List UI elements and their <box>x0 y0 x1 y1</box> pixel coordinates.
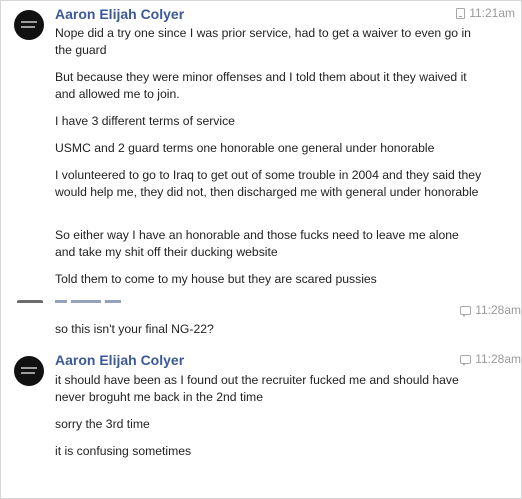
timestamp-text: 11:21am <box>469 6 515 20</box>
message-text: So either way I have an honorable and th… <box>55 228 459 259</box>
message-text: But because they were minor offenses and… <box>55 70 467 101</box>
avatar-image-line <box>21 21 37 23</box>
sender-avatar[interactable] <box>14 356 44 386</box>
message-text: USMC and 2 guard terms one honorable one… <box>55 141 435 155</box>
message-text: Told them to come to my house but they a… <box>55 272 377 286</box>
chat-icon <box>460 305 472 317</box>
sender-avatar[interactable] <box>14 10 44 40</box>
sender-name[interactable]: Aaron Elijah Colyer <box>55 352 184 368</box>
message-timestamp: 11:28am <box>460 352 521 366</box>
message-text: it is confusing sometimes <box>55 444 192 458</box>
chat-window: Aaron Elijah Colyer 11:21am Nope did a t… <box>0 0 522 499</box>
message-text: sorry the 3rd time <box>55 417 150 431</box>
sender-name[interactable]: Aaron Elijah Colyer <box>55 6 184 22</box>
sender-name[interactable] <box>55 298 125 303</box>
phone-icon <box>456 7 466 19</box>
sender-name-fragment <box>55 300 121 303</box>
timestamp-text: 11:28am <box>475 352 521 366</box>
avatar-image-line <box>21 26 35 28</box>
timestamp-text: 11:28am <box>475 303 521 317</box>
sender-avatar[interactable] <box>14 299 44 304</box>
message-text: I have 3 different terms of service <box>55 114 235 128</box>
message-text: Nope did a try one since I was prior ser… <box>55 26 471 57</box>
message-text: so this isn't your final NG-22? <box>55 322 214 336</box>
message-timestamp: 11:21am <box>456 6 515 20</box>
avatar-image-line <box>21 367 37 369</box>
message-timestamp: 11:28am <box>460 303 521 317</box>
avatar-image-line <box>17 300 43 303</box>
avatar-image-line <box>21 372 35 374</box>
message-text: it should have been as I found out the r… <box>55 373 459 404</box>
message-text: I volunteered to go to Iraq to get out o… <box>55 168 482 199</box>
chat-icon <box>460 354 472 366</box>
